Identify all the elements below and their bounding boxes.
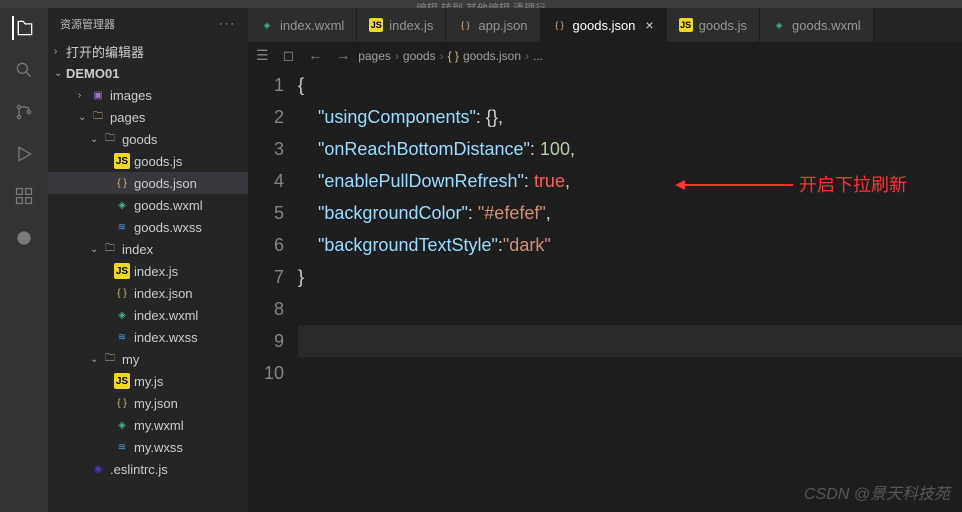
sidebar-more-icon[interactable]: ··· [219, 18, 236, 30]
json-icon: { } [448, 49, 459, 63]
tree-item[interactable]: ›▣images [48, 84, 248, 106]
wechat-icon[interactable] [12, 226, 36, 250]
tree-item[interactable]: ◈my.wxml [48, 414, 248, 436]
project-root[interactable]: ⌄DEMO01 [48, 62, 248, 84]
file-tree: ›打开的编辑器 ⌄DEMO01 ›▣images⌄🗀pages⌄🗀goodsJS… [48, 40, 248, 512]
nav-fwd-icon[interactable]: → [336, 47, 350, 64]
bookmark-icon[interactable]: ◻ [283, 47, 295, 64]
list-icon[interactable]: ☰ [256, 47, 269, 64]
tab[interactable]: ◈index.wxml [248, 8, 357, 42]
tree-item[interactable]: JSmy.js [48, 370, 248, 392]
watermark: CSDN @景天科技苑 [804, 480, 950, 504]
nav-back-icon[interactable]: ← [308, 47, 322, 64]
tree-item[interactable]: ⌄🗀my [48, 348, 248, 370]
extensions-icon[interactable] [12, 184, 36, 208]
code-body[interactable]: { "usingComponents": {}, "onReachBottomD… [298, 69, 962, 512]
sidebar-title: 资源管理器 [60, 16, 115, 32]
annotation-label: 开启下拉刷新 [799, 169, 907, 201]
sidebar: 资源管理器 ··· ›打开的编辑器 ⌄DEMO01 ›▣images⌄🗀page… [48, 8, 248, 512]
tab[interactable]: { }app.json [446, 8, 540, 42]
code-editor[interactable]: 12345678910 { "usingComponents": {}, "on… [248, 69, 962, 512]
tree-item[interactable]: { }goods.json [48, 172, 248, 194]
tree-item[interactable]: ◈goods.wxml [48, 194, 248, 216]
debug-icon[interactable] [12, 142, 36, 166]
tree-item[interactable]: { }index.json [48, 282, 248, 304]
tree-item[interactable]: ⌄🗀pages [48, 106, 248, 128]
tree-item[interactable]: ⌄🗀goods [48, 128, 248, 150]
breadcrumb[interactable]: pages› goods› { } goods.json› ... [358, 49, 543, 63]
editor-area: ◈index.wxmlJSindex.js{ }app.json{ }goods… [248, 8, 962, 512]
tree-item[interactable]: JSindex.js [48, 260, 248, 282]
top-menu: 编辑 转到 其他编辑 清理行 [0, 0, 962, 8]
tree-item[interactable]: ≋my.wxss [48, 436, 248, 458]
tree-item[interactable]: { }my.json [48, 392, 248, 414]
tab[interactable]: ◈goods.wxml [760, 8, 874, 42]
tab-bar: ◈index.wxmlJSindex.js{ }app.json{ }goods… [248, 8, 962, 43]
tab[interactable]: JSindex.js [357, 8, 446, 42]
open-editors-section[interactable]: ›打开的编辑器 [48, 40, 248, 62]
source-control-icon[interactable] [12, 100, 36, 124]
tree-item[interactable]: ≋goods.wxss [48, 216, 248, 238]
line-gutter: 12345678910 [248, 69, 298, 512]
search-icon[interactable] [12, 58, 36, 82]
tree-item[interactable]: ◈index.wxml [48, 304, 248, 326]
activity-bar [0, 8, 48, 512]
tab[interactable]: { }goods.json× [541, 8, 667, 42]
tree-item[interactable]: ⌄🗀index [48, 238, 248, 260]
close-icon[interactable]: × [645, 17, 653, 33]
explorer-icon[interactable] [12, 16, 36, 40]
tree-item[interactable]: ◉.eslintrc.js [48, 458, 248, 480]
tree-item[interactable]: ≋index.wxss [48, 326, 248, 348]
annotation-arrow: 开启下拉刷新 [678, 169, 907, 201]
tree-item[interactable]: JSgoods.js [48, 150, 248, 172]
tab[interactable]: JSgoods.js [667, 8, 760, 42]
